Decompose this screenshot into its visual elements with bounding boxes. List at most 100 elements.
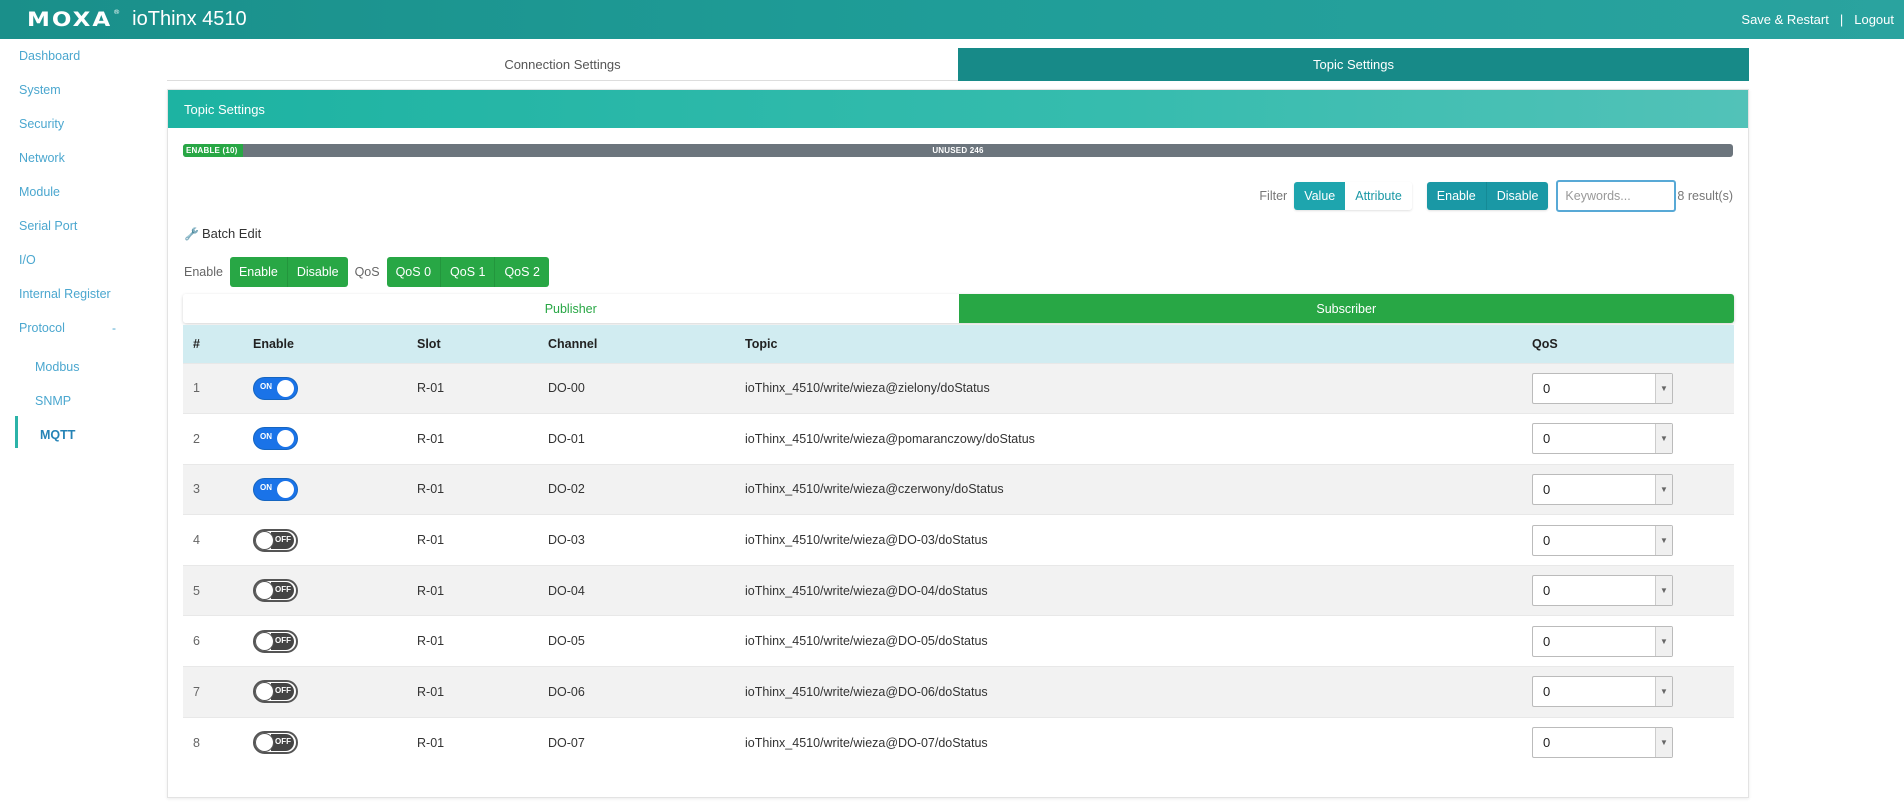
slot-cell: R-01: [417, 463, 548, 515]
qos-cell: 0 ▼: [1532, 413, 1734, 465]
toggle-knob: [277, 379, 294, 397]
filter-value-button[interactable]: Value: [1294, 182, 1346, 210]
table-row: 5 OFF R-01 DO-04 ioThinx_4510/write/wieza@DO…: [183, 564, 1734, 616]
table-row: 2 ON R-01 DO-01 ioThinx_4510/write/wieza@pom…: [183, 413, 1734, 465]
qos-select[interactable]: 0 ▼: [1532, 625, 1673, 657]
sidebar-item-io[interactable]: I/O: [19, 253, 36, 267]
slot-cell: R-01: [417, 514, 548, 566]
chevron-down-icon: ▼: [1655, 424, 1672, 454]
enable-cell: OFF: [253, 564, 417, 616]
enable-cell: OFF: [253, 514, 417, 566]
usage-bar: ENABLE (10) UNUSED 246: [183, 144, 1733, 157]
enable-cell: OFF: [253, 615, 417, 667]
toggle-state-label: ON: [260, 432, 272, 442]
tab-connection-settings[interactable]: Connection Settings: [167, 48, 958, 81]
slot-cell: R-01: [417, 615, 548, 667]
qos-value: 0: [1543, 532, 1551, 548]
tab-subscriber[interactable]: Subscriber: [958, 294, 1734, 323]
filter-enable-button[interactable]: Enable: [1426, 182, 1486, 210]
qos-select[interactable]: 0 ▼: [1532, 423, 1673, 455]
qos-value: 0: [1543, 431, 1551, 447]
enable-toggle[interactable]: OFF: [253, 528, 298, 552]
channel-cell: DO-07: [548, 716, 745, 768]
sidebar-item-protocol[interactable]: Protocol: [19, 321, 65, 335]
batch-qos2-button[interactable]: QoS 2: [494, 257, 549, 287]
enable-toggle[interactable]: ON: [253, 376, 298, 400]
toggle-state-label: OFF: [275, 737, 291, 747]
main-tabs: Connection Settings Topic Settings: [167, 48, 1749, 81]
collapse-icon[interactable]: -: [112, 321, 116, 335]
keywords-input[interactable]: [1556, 180, 1677, 212]
filter-mode-group: Value Attribute: [1294, 182, 1412, 210]
batch-edit-title[interactable]: 🔧 Batch Edit: [184, 226, 261, 241]
col-channel-header: Channel: [548, 325, 745, 363]
chevron-down-icon: ▼: [1655, 728, 1672, 758]
batch-qos1-button[interactable]: QoS 1: [440, 257, 495, 287]
batch-enable-button[interactable]: Enable: [229, 257, 287, 287]
tab-topic-settings[interactable]: Topic Settings: [958, 48, 1749, 81]
qos-select[interactable]: 0 ▼: [1532, 372, 1673, 404]
enable-cell: OFF: [253, 716, 417, 768]
qos-cell: 0 ▼: [1532, 666, 1734, 718]
table-row: 4 OFF R-01 DO-03 ioThinx_4510/write/wieza@DO…: [183, 514, 1734, 566]
batch-edit-row: Enable Enable Disable QoS QoS 0 QoS 1 Qo…: [184, 257, 549, 287]
sidebar-item-dashboard[interactable]: Dashboard: [19, 49, 80, 63]
enable-toggle[interactable]: OFF: [253, 579, 298, 603]
slot-cell: R-01: [417, 666, 548, 718]
qos-select[interactable]: 0 ▼: [1532, 575, 1673, 607]
sidebar-item-snmp[interactable]: SNMP: [35, 394, 71, 408]
sidebar-item-modbus[interactable]: Modbus: [35, 360, 79, 374]
chevron-down-icon: ▼: [1655, 677, 1672, 707]
row-number: 1: [183, 362, 253, 414]
usage-unused-label: UNUSED 246: [932, 146, 984, 155]
enable-toggle[interactable]: OFF: [253, 680, 298, 704]
tab-publisher[interactable]: Publisher: [183, 294, 959, 323]
batch-qos0-button[interactable]: QoS 0: [386, 257, 441, 287]
channel-cell: DO-03: [548, 514, 745, 566]
sidebar-item-mqtt[interactable]: MQTT: [40, 428, 75, 442]
qos-cell: 0 ▼: [1532, 362, 1734, 414]
batch-enable-label: Enable: [184, 265, 223, 279]
table-header-row: # Enable Slot Channel Topic QoS: [183, 325, 1734, 363]
sidebar-item-internal-register[interactable]: Internal Register: [19, 287, 111, 301]
active-indicator: [15, 416, 18, 448]
qos-cell: 0 ▼: [1532, 716, 1734, 768]
sidebar-item-network[interactable]: Network: [19, 151, 65, 165]
qos-select[interactable]: 0 ▼: [1532, 524, 1673, 556]
enable-cell: ON: [253, 362, 417, 414]
qos-select[interactable]: 0 ▼: [1532, 676, 1673, 708]
batch-qos-group: QoS 0 QoS 1 QoS 2: [386, 257, 549, 287]
qos-value: 0: [1543, 633, 1551, 649]
toggle-state-label: OFF: [275, 585, 291, 595]
table-row: 3 ON R-01 DO-02 ioThinx_4510/write/wieza@cze…: [183, 463, 1734, 515]
chevron-down-icon: ▼: [1655, 576, 1672, 606]
sidebar-item-system[interactable]: System: [19, 83, 61, 97]
enable-toggle[interactable]: OFF: [253, 731, 298, 755]
qos-select[interactable]: 0 ▼: [1532, 473, 1673, 505]
sidebar-item-module[interactable]: Module: [19, 185, 60, 199]
sidebar-item-serial-port[interactable]: Serial Port: [19, 219, 77, 233]
top-bar: MOXA® ioThinx 4510 Save & Restart | Logo…: [0, 0, 1904, 39]
save-restart-link[interactable]: Save & Restart: [1741, 12, 1828, 27]
channel-cell: DO-06: [548, 666, 745, 718]
row-number: 8: [183, 716, 253, 768]
enable-toggle[interactable]: OFF: [253, 629, 298, 653]
enable-toggle[interactable]: ON: [253, 427, 298, 451]
batch-qos-label: QoS: [354, 265, 380, 279]
batch-enable-group: Enable Disable: [229, 257, 348, 287]
batch-disable-button[interactable]: Disable: [286, 257, 348, 287]
toggle-state-label: OFF: [275, 635, 291, 645]
channel-cell: DO-04: [548, 564, 745, 616]
enable-toggle[interactable]: ON: [253, 477, 298, 501]
toggle-state-label: OFF: [275, 534, 291, 544]
sidebar-item-security[interactable]: Security: [19, 117, 64, 131]
channel-cell: DO-05: [548, 615, 745, 667]
toggle-knob: [255, 631, 274, 651]
toggle-knob: [277, 430, 294, 448]
topic-cell: ioThinx_4510/write/wieza@DO-03/doStatus: [745, 514, 1532, 566]
topic-cell: ioThinx_4510/write/wieza@DO-06/doStatus: [745, 666, 1532, 718]
filter-attribute-button[interactable]: Attribute: [1345, 182, 1412, 210]
qos-select[interactable]: 0 ▼: [1532, 727, 1673, 759]
filter-disable-button[interactable]: Disable: [1485, 182, 1549, 210]
logout-link[interactable]: Logout: [1854, 12, 1894, 27]
